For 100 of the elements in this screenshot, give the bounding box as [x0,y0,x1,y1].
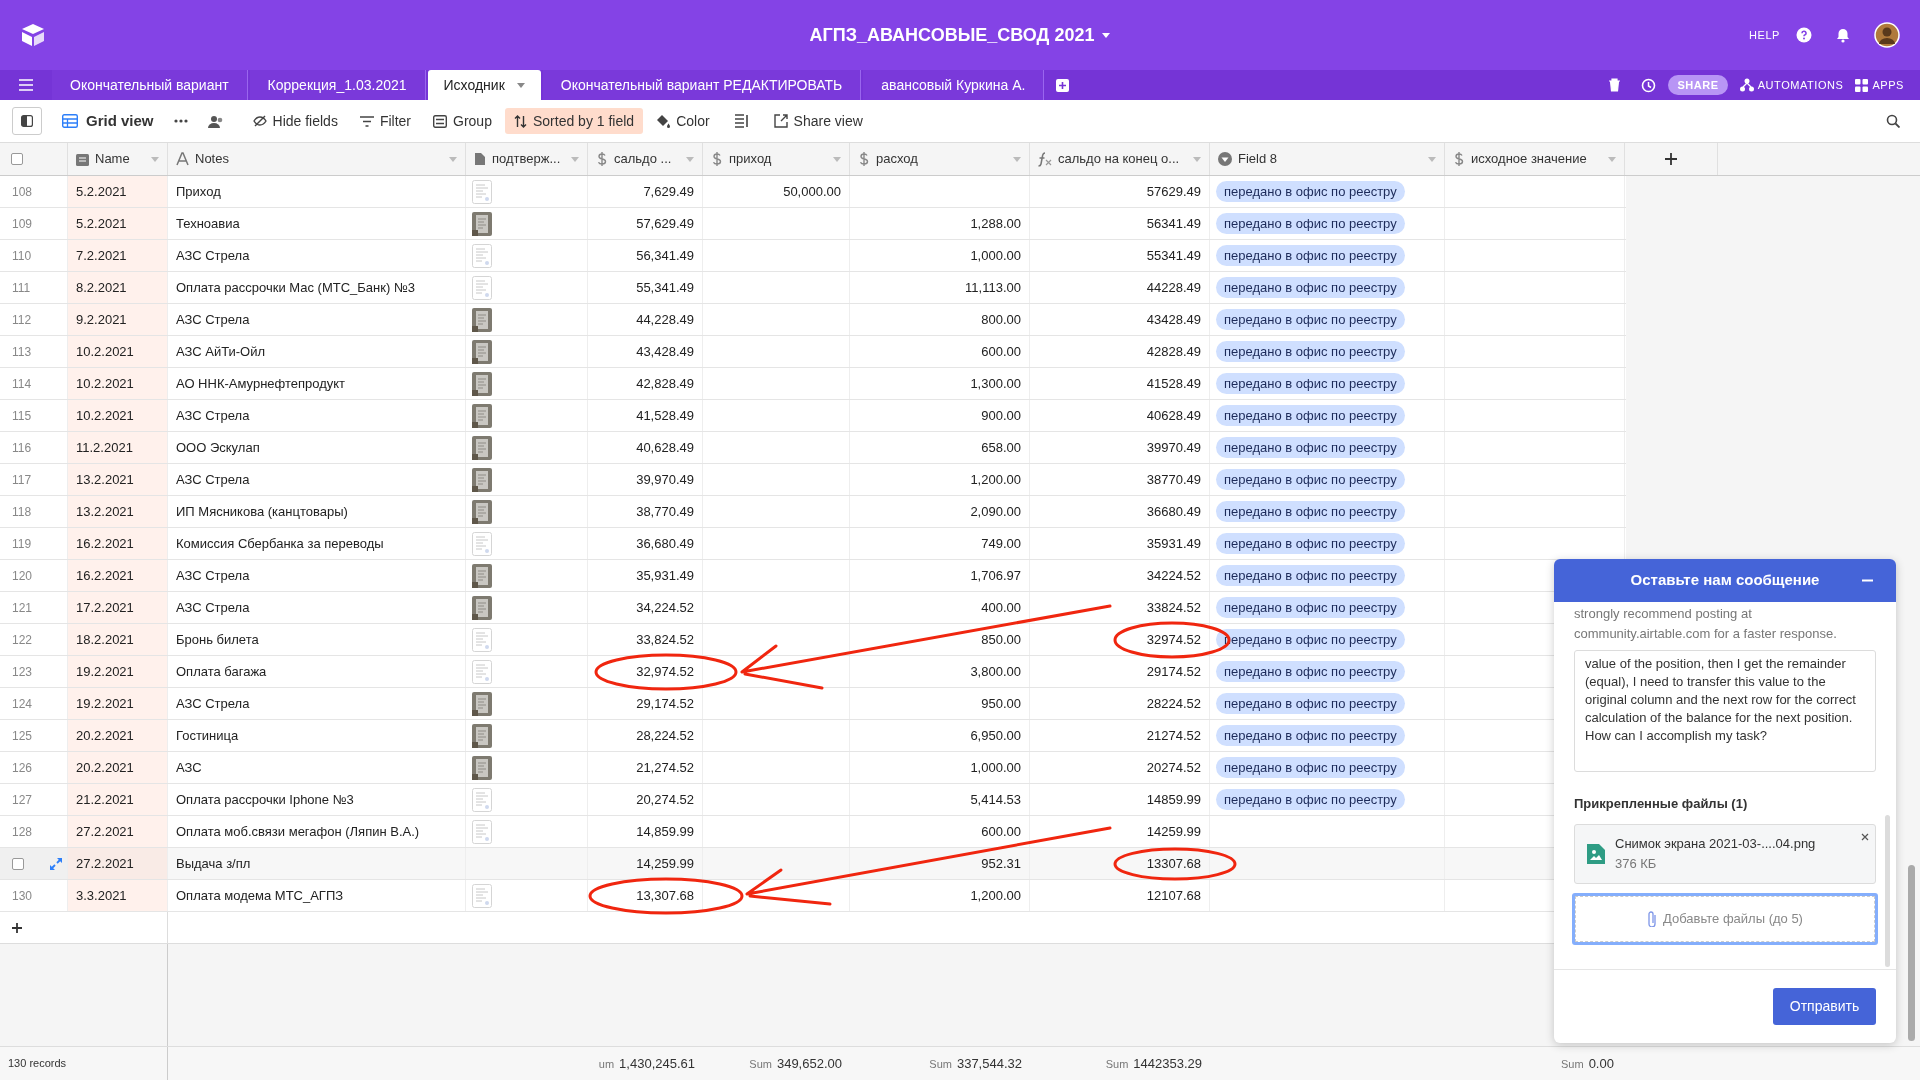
date-cell-text: 13.2.2021 [76,470,134,489]
add-record-button[interactable] [12,922,22,933]
caret-icon [516,82,525,88]
summary-cell[interactable]: Sum 0.00 [1561,1053,1614,1074]
column-header[interactable]: исходное значение [1445,143,1625,175]
summary-cell[interactable]: Sum 337,544.32 [929,1053,1022,1074]
summary-cell[interactable]: um 1,430,245.61 [598,1053,695,1074]
amount-cell-text: 950.00 [981,694,1021,713]
photo-thumbnail[interactable] [472,755,492,780]
photo-thumbnail[interactable] [472,339,492,364]
share-view-button[interactable]: Share view [764,108,872,134]
date-cell-text: 13.2.2021 [76,502,134,521]
close-icon [1861,832,1869,841]
column-header[interactable]: сальдо ... [588,143,703,175]
remove-file-button[interactable] [1861,832,1869,841]
document-thumbnail[interactable] [472,275,492,300]
notes-cell-text: АЗС [176,758,202,777]
notes-cell-text: АЗС Стрела [176,694,250,713]
amount-cell-text: 56341.49 [1146,214,1201,233]
photo-thumbnail[interactable] [472,467,492,492]
column-header[interactable]: Name [68,143,168,175]
apps-button[interactable]: APPS [1855,76,1904,94]
table-tab[interactable]: Окончательный вариант [52,70,248,100]
column-header[interactable]: Field 8 [1210,143,1445,175]
row-number: 128 [12,823,33,841]
help-link[interactable]: HELP [1749,26,1780,44]
photo-thumbnail[interactable] [472,211,492,236]
column-header[interactable]: приход [703,143,850,175]
row-number: 112 [12,311,32,329]
status-tag: передано в офис по реестру [1216,372,1405,395]
column-header[interactable]: сальдо на конец о... [1030,143,1210,175]
photo-thumbnail[interactable] [472,435,492,460]
dollar-icon [858,152,870,166]
view-switcher[interactable]: Grid view [54,109,162,133]
photo-thumbnail[interactable] [472,723,492,748]
row-header[interactable] [0,848,68,879]
scrollbar[interactable] [1908,865,1915,1041]
calendar-icon [76,152,89,166]
amount-cell-text: 13307.68 [1146,854,1201,873]
amount-cell-text: 38,770.49 [636,502,694,521]
photo-thumbnail[interactable] [472,563,492,588]
document-thumbnail[interactable] [472,819,492,844]
document-thumbnail[interactable] [472,627,492,652]
amount-cell-text: 21,274.52 [636,758,694,777]
base-title[interactable]: АГПЗ_АВАНСОВЫЕ_СВОД 2021 [809,21,1111,49]
file-dropzone[interactable]: Добавьте файлы (до 5) [1572,892,1878,945]
amount-cell-text: 35,931.49 [636,566,694,585]
help-icon [1796,27,1812,43]
photo-thumbnail[interactable] [472,691,492,716]
apps-icon [1855,78,1869,92]
dollar-icon [711,152,723,166]
amount-cell-text: 29174.52 [1146,662,1201,681]
column-header[interactable]: Notes [168,143,466,175]
column-header[interactable]: расход [850,143,1030,175]
row-number: 114 [12,375,32,393]
amount-cell-text: 50,000.00 [783,182,841,201]
summary-cell[interactable]: Sum 349,652.00 [749,1053,842,1074]
summary-cell[interactable]: Sum 1442353.29 [1105,1053,1202,1074]
document-thumbnail[interactable] [472,243,492,268]
sidebar-icon [21,115,33,127]
message-field[interactable]: value of the position, then I get the remainder (equal), I need to transfer this value to the original column and the next row for the correct calculation of the balance for the next position. How can I accomplish my task? [1574,650,1876,772]
amount-cell-text: 41528.49 [1146,374,1201,393]
photo-thumbnail[interactable] [472,499,492,524]
automations-button[interactable]: AUTOMATIONS [1739,76,1844,94]
scrollbar[interactable] [1885,815,1890,967]
notes-cell-text: АО ННК-Амурнефтепродукт [176,374,346,393]
status-tag: передано в офис по реестру [1216,404,1405,427]
sidebar-toggle[interactable] [12,107,42,135]
amount-cell-text: 3,800.00 [970,662,1021,681]
row-checkbox[interactable] [12,857,24,870]
photo-thumbnail[interactable] [472,595,492,620]
photo-thumbnail[interactable] [472,403,492,428]
sort-icon [513,114,527,128]
document-thumbnail[interactable] [472,531,492,556]
status-tag: передано в офис по реестру [1216,692,1405,715]
table-tab[interactable]: авансовый Куркина А. [863,70,1045,100]
date-cell-text: 7.2.2021 [76,246,127,265]
photo-thumbnail[interactable] [472,371,492,396]
document-thumbnail[interactable] [472,659,492,684]
amount-cell-text: 658.00 [981,438,1021,457]
photo-thumbnail[interactable] [472,307,492,332]
table-tab[interactable]: Коррекция_1.03.2021 [249,70,426,100]
avatar[interactable] [1874,22,1900,48]
date-cell-text: 20.2.2021 [76,726,134,745]
document-thumbnail[interactable] [472,883,492,908]
caret-icon [1428,156,1436,162]
column-header[interactable]: подтверж... [466,143,588,175]
document-thumbnail[interactable] [472,179,492,204]
document-thumbnail[interactable] [472,787,492,812]
status-tag: передано в офис по реестру [1216,276,1405,299]
sort-button[interactable]: Sorted by 1 field [504,108,644,134]
caret-icon [833,156,841,162]
amount-cell-text: 21274.52 [1146,726,1201,745]
notes-cell-text: Оплата рассрочки Мас (МТС_Банк) №3 [176,278,416,297]
send-button[interactable]: Отправить [1773,988,1876,1025]
table-tab[interactable]: Окончательный вариант РЕДАКТИРОВАТЬ [542,70,862,100]
amount-cell-text: 39,970.49 [636,470,694,489]
table-tab[interactable]: Исходник [427,70,541,100]
select-all-checkbox[interactable] [11,153,23,165]
notes-cell-text: АЗС Стрела [176,598,250,617]
